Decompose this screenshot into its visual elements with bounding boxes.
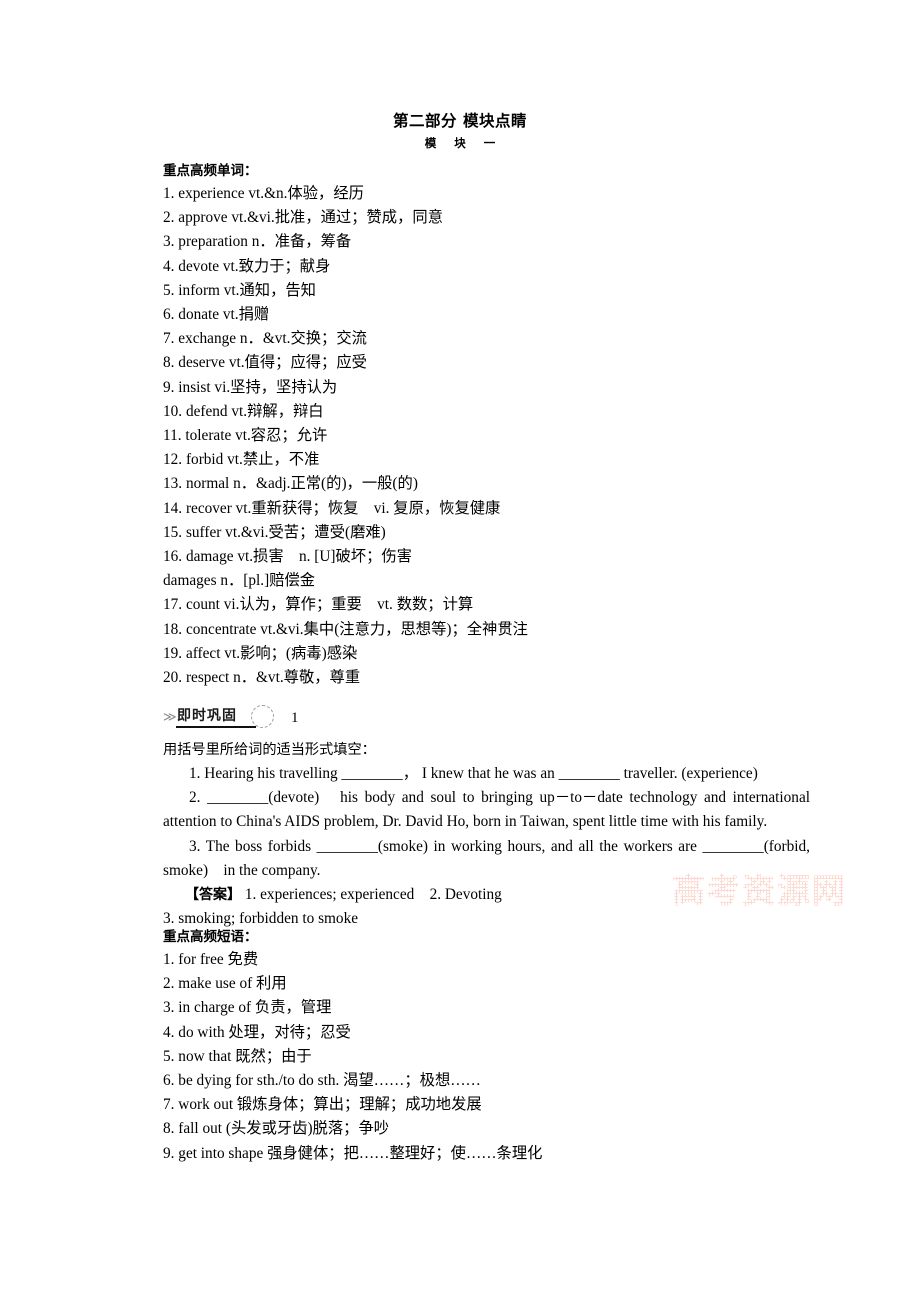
list-item: 16. damage vt.损害 n. [U]破坏；伤害 xyxy=(163,548,412,565)
page-title: 第二部分 模块点睛 xyxy=(393,112,527,130)
list-item: 11. tolerate vt.容忍；允许 xyxy=(163,426,328,444)
badge-underline-decoration xyxy=(176,725,256,729)
list-item: 4. devote vt.致力于；献身 xyxy=(163,257,331,275)
practice-answer-line-1: 【答案】 1. experiences; experienced 2. Devo… xyxy=(163,883,810,907)
list-item: 7. work out 锻炼身体；算出；理解；成功地发展 xyxy=(163,1096,482,1114)
document-body: 重点高频单词： 1. experience vt.&n.体验，经历 2. app… xyxy=(0,149,920,1165)
list-item: 5. now that 既然；由于 xyxy=(163,1047,312,1065)
list-item: 9. insist vi.坚持，坚持认为 xyxy=(163,378,338,396)
list-item: 6. donate vt.捐赠 xyxy=(163,305,270,323)
list-item: 9. get into shape 强身健体；把……整理好；使……条理化 xyxy=(163,1144,543,1162)
list-item: 2. approve vt.&vi.批准，通过；赞成，同意 xyxy=(163,209,443,227)
list-item: 1. experience vt.&n.体验，经历 xyxy=(163,184,364,202)
document-page: 第二部分 模块点睛 模 块 一 重点高频单词： 1. experience vt… xyxy=(0,0,920,1302)
list-item: 2. make use of 利用 xyxy=(163,975,287,993)
chevron-right-icon: ≫ xyxy=(163,710,177,726)
dashed-circle-icon xyxy=(251,705,274,729)
list-item: 4. do with 处理，对待；忍受 xyxy=(163,1023,351,1041)
list-item: 20. respect n．&vt.尊敬，尊重 xyxy=(163,669,361,687)
practice-badge-label: 即时巩固 xyxy=(177,708,237,725)
phrases-section-heading: 重点高频短语： xyxy=(163,929,258,946)
list-item: 3. preparation n．准备，筹备 xyxy=(163,233,352,251)
list-item: 10. defend vt.辩解，辩白 xyxy=(163,402,324,420)
practice-question-2: 2. ________(devote) his body and soul to… xyxy=(163,789,810,831)
practice-question-1: 1. Hearing his travelling ________， I kn… xyxy=(189,764,758,782)
list-item: 19. affect vt.影响；(病毒)感染 xyxy=(163,644,358,662)
answer-label: 【答案】 xyxy=(185,886,241,903)
practice-badge-number: 1 xyxy=(291,710,299,727)
list-item: 13. normal n．&adj.正常(的)，一般(的) xyxy=(163,475,418,493)
practice-prompt: 用括号里所给词的适当形式填空： xyxy=(163,742,376,759)
list-item: 3. in charge of 负责，管理 xyxy=(163,999,332,1017)
words-list: 1. experience vt.&n.体验，经历 2. approve vt.… xyxy=(163,182,810,690)
practice-badge: ≫ 即时巩固 1 xyxy=(163,704,810,738)
phrases-list: 1. for free 免费 2. make use of 利用 3. in c… xyxy=(163,948,810,1166)
list-item: 8. fall out (头发或牙齿)脱落；争吵 xyxy=(163,1120,390,1138)
list-item: 8. deserve vt.值得；应得；应受 xyxy=(163,354,367,372)
list-item: 14. recover vt.重新获得；恢复 vi. 复原，恢复健康 xyxy=(163,499,501,517)
list-item: 7. exchange n．&vt.交换；交流 xyxy=(163,330,367,348)
list-item: 15. suffer vt.&vi.受苦；遭受(磨难) xyxy=(163,523,386,541)
practice-questions: 1. Hearing his travelling ________， I kn… xyxy=(163,762,810,931)
words-section-heading: 重点高频单词： xyxy=(163,163,258,180)
list-item: 17. count vi.认为，算作；重要 vt. 数数；计算 xyxy=(163,596,474,614)
list-item: 18. concentrate vt.&vi.集中(注意力，思想等)；全神贯注 xyxy=(163,620,528,638)
practice-question-3: 3. The boss forbids ________(smoke) in w… xyxy=(163,837,810,879)
list-item: 12. forbid vt.禁止，不准 xyxy=(163,451,320,469)
list-item: damages n．[pl.]赔偿金 xyxy=(163,572,316,590)
page-subtitle: 模 块 一 xyxy=(424,135,503,150)
answer-text-1: 1. experiences; experienced 2. Devoting xyxy=(244,885,502,903)
list-item: 5. inform vt.通知，告知 xyxy=(163,281,316,299)
list-item: 6. be dying for sth./to do sth. 渴望……；极想…… xyxy=(163,1071,481,1089)
list-item: 1. for free 免费 xyxy=(163,950,259,968)
practice-answer-line-2: 3. smoking; forbidden to smoke xyxy=(163,910,359,928)
